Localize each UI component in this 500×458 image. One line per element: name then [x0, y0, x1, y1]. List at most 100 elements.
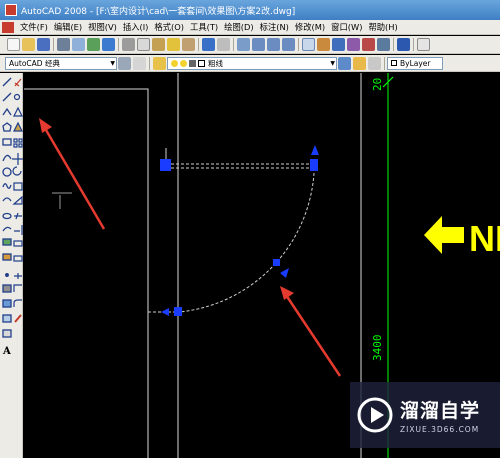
menu-view[interactable]: 视图(V) [85, 21, 120, 33]
markup-icon[interactable] [362, 38, 375, 51]
grip-left[interactable] [160, 159, 171, 171]
menu-window[interactable]: 窗口(W) [328, 21, 365, 33]
open-folder-icon[interactable] [22, 38, 35, 51]
layer-on-icon [171, 59, 178, 67]
polyline-icon[interactable] [2, 107, 12, 116]
print-preview-icon[interactable] [72, 38, 85, 51]
construction-line-icon[interactable] [2, 92, 12, 102]
undo-icon[interactable] [202, 38, 215, 51]
fillet-icon[interactable] [13, 299, 22, 307]
publish-icon[interactable] [87, 38, 100, 51]
menu-modify[interactable]: 修改(M) [292, 21, 328, 33]
menu-draw[interactable]: 绘图(D) [221, 21, 256, 33]
watermark: 溜溜自学 ZIXUE.3D66.COM [350, 382, 500, 448]
menu-tools[interactable]: 工具(T) [187, 21, 221, 33]
workspace-settings-icon[interactable] [118, 56, 131, 70]
layer-previous-icon[interactable] [353, 56, 366, 70]
ellipse-icon[interactable] [2, 212, 12, 220]
break-at-point-icon[interactable] [13, 240, 23, 247]
new-file-icon[interactable] [7, 38, 20, 51]
layer-select[interactable]: 粗线 ▼ [167, 56, 337, 70]
insert-block-icon[interactable] [2, 238, 12, 246]
erase-icon[interactable] [14, 78, 22, 87]
tool-palettes-icon[interactable] [332, 38, 345, 51]
zoom-window-icon[interactable] [267, 38, 280, 51]
save-icon[interactable] [37, 38, 50, 51]
mirror-icon[interactable] [13, 106, 23, 117]
gradient-icon[interactable] [2, 299, 12, 308]
rotate-icon[interactable] [12, 166, 22, 176]
menu-help[interactable]: 帮助(H) [365, 21, 400, 33]
help-icon[interactable] [397, 38, 410, 51]
design-center-icon[interactable] [317, 38, 330, 51]
zoom-realtime-icon[interactable] [252, 38, 265, 51]
rectangle-icon[interactable] [2, 138, 12, 146]
north-arrow-label: NI [469, 218, 500, 259]
join-icon[interactable] [14, 273, 22, 279]
arc-icon[interactable] [2, 154, 12, 162]
hatch-icon[interactable] [2, 284, 12, 293]
layer-properties-icon[interactable] [153, 56, 166, 70]
mtext-icon[interactable]: A [2, 346, 11, 357]
quickcalc-icon[interactable] [377, 38, 390, 51]
menu-edit[interactable]: 编辑(E) [51, 21, 85, 33]
revcloud-icon[interactable] [2, 183, 12, 189]
redo-icon[interactable] [217, 38, 230, 51]
line-icon[interactable] [2, 77, 12, 87]
move-icon[interactable] [12, 153, 23, 165]
copy-object-icon[interactable] [13, 93, 21, 101]
array-icon[interactable] [13, 138, 18, 143]
3d-dwf-icon[interactable] [102, 38, 115, 51]
annotation-arrows [39, 118, 342, 377]
workspace-select[interactable]: AutoCAD 经典 ▼ [5, 56, 117, 70]
flip-arrow-diagonal[interactable] [280, 268, 289, 278]
grip-right[interactable] [310, 159, 318, 171]
pan-icon[interactable] [237, 38, 250, 51]
annotation-arrow-head-left [39, 118, 52, 133]
sheet-set-icon[interactable] [347, 38, 360, 51]
text-style-icon[interactable] [417, 38, 430, 51]
offset-icon[interactable] [13, 121, 23, 132]
block-editor-icon[interactable] [182, 38, 195, 51]
paste-icon[interactable] [152, 38, 165, 51]
flip-arrow-left[interactable] [161, 308, 169, 316]
make-block-icon[interactable] [2, 253, 12, 261]
polygon-icon[interactable] [2, 122, 12, 132]
draw-modify-toolbar: A [0, 73, 23, 458]
ellipse-arc-icon[interactable] [2, 226, 12, 232]
copy-icon[interactable] [137, 38, 150, 51]
point-icon[interactable] [5, 273, 9, 277]
make-current-layer-icon[interactable] [338, 56, 351, 70]
flip-arrow-up[interactable] [311, 145, 319, 155]
menu-format[interactable]: 格式(O) [151, 21, 187, 33]
trim-icon[interactable] [14, 212, 22, 220]
match-properties-icon[interactable] [167, 38, 180, 51]
grip-bottom[interactable] [174, 307, 182, 316]
cut-icon[interactable] [122, 38, 135, 51]
region-icon[interactable] [2, 314, 12, 323]
circle-icon[interactable] [2, 167, 12, 177]
layer-states-icon[interactable] [368, 56, 381, 70]
properties-icon[interactable] [302, 38, 315, 51]
spline-icon[interactable] [2, 197, 12, 202]
menu-file[interactable]: 文件(F) [17, 21, 51, 33]
menu-insert[interactable]: 插入(I) [120, 21, 152, 33]
door-swing-arc[interactable] [178, 172, 315, 313]
layer-lock-icon [189, 59, 196, 67]
extend-icon[interactable] [14, 225, 23, 235]
application-menu-icon[interactable] [2, 21, 14, 33]
table-icon[interactable] [2, 329, 12, 338]
zoom-previous-icon[interactable] [282, 38, 295, 51]
workspace-save-icon[interactable] [133, 56, 146, 70]
dimension-text-side: 3400 [371, 335, 384, 362]
menu-dimension[interactable]: 标注(N) [257, 21, 292, 33]
chamfer-icon[interactable] [13, 284, 22, 292]
grip-midpoint[interactable] [273, 259, 280, 266]
scale-icon[interactable] [13, 182, 23, 191]
autocad-app-icon [5, 4, 17, 16]
explode-icon[interactable] [14, 314, 22, 323]
stretch-icon[interactable] [12, 195, 23, 205]
print-icon[interactable] [57, 38, 70, 51]
break-icon[interactable] [13, 255, 23, 262]
color-select[interactable]: ByLayer [387, 56, 443, 70]
